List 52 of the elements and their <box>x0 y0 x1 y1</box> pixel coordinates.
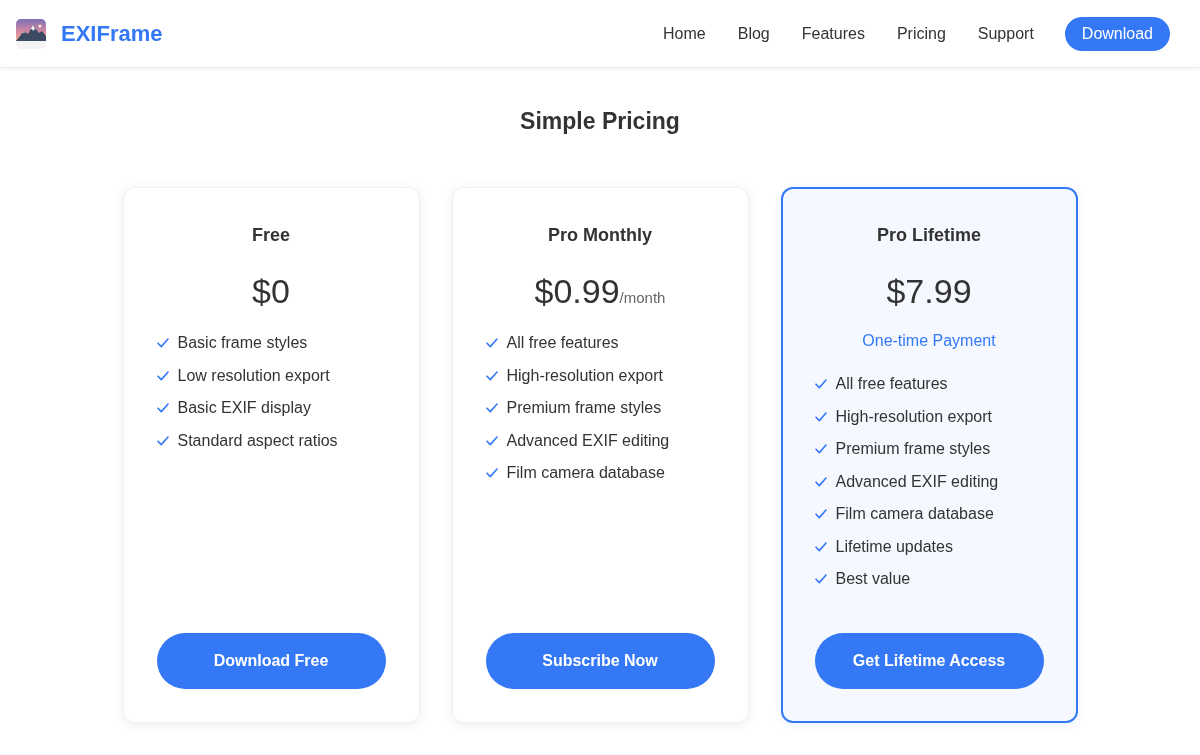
check-icon <box>814 379 827 390</box>
plan-price: $7.99 <box>886 271 972 311</box>
feature-text: Standard aspect ratios <box>177 430 338 451</box>
feature-text: High-resolution export <box>835 406 993 427</box>
check-icon <box>485 435 498 446</box>
check-icon <box>156 403 169 414</box>
check-icon <box>814 411 827 422</box>
check-icon <box>156 370 169 381</box>
plan-name: Free <box>252 224 290 247</box>
payment-note: One-time Payment <box>862 331 996 351</box>
check-icon <box>485 370 498 381</box>
nav-link[interactable]: Blog <box>737 25 770 42</box>
check-icon <box>485 403 498 414</box>
plan-name: Pro Lifetime <box>877 224 981 247</box>
check-icon <box>156 338 169 349</box>
feature-text: All free features <box>835 374 948 395</box>
feature-text: Film camera database <box>506 463 665 484</box>
check-icon <box>485 468 498 479</box>
plan-name: Pro Monthly <box>548 224 652 247</box>
feature-text: Basic frame styles <box>177 333 308 354</box>
nav-link[interactable]: Support <box>977 25 1034 42</box>
section-title: Simple Pricing <box>520 108 680 134</box>
brand-name[interactable]: EXIFrame <box>61 22 163 45</box>
check-icon <box>814 476 827 487</box>
plan-button[interactable]: Get Lifetime Access <box>814 633 1044 689</box>
download-button[interactable]: Download <box>1064 16 1170 51</box>
feature-text: Film camera database <box>835 504 994 525</box>
nav-link[interactable]: Features <box>801 25 865 42</box>
check-icon <box>814 574 827 585</box>
feature-text: Basic EXIF display <box>177 398 311 419</box>
feature-text: Advanced EXIF editing <box>835 471 999 492</box>
feature-text: All free features <box>506 333 619 354</box>
plan-button[interactable]: Subscribe Now <box>485 633 715 689</box>
feature-text: Premium frame styles <box>835 439 991 460</box>
price-period: /month <box>619 289 666 308</box>
feature-text: Low resolution export <box>177 365 330 386</box>
mountain-logo-icon <box>16 18 46 49</box>
plan-price: $0.99 <box>534 271 620 311</box>
nav-link[interactable]: Home <box>663 25 706 42</box>
check-icon <box>814 509 827 520</box>
check-icon <box>156 435 169 446</box>
feature-text: Advanced EXIF editing <box>506 430 670 451</box>
check-icon <box>814 541 827 552</box>
feature-text: Best value <box>835 569 911 590</box>
feature-text: High-resolution export <box>506 365 664 386</box>
check-icon <box>814 444 827 455</box>
check-icon <box>485 338 498 349</box>
feature-text: Lifetime updates <box>835 536 953 557</box>
plan-button[interactable]: Download Free <box>156 633 386 689</box>
nav-link[interactable]: Pricing <box>896 25 946 42</box>
plan-price: $0 <box>252 271 290 311</box>
feature-text: Premium frame styles <box>506 398 662 419</box>
